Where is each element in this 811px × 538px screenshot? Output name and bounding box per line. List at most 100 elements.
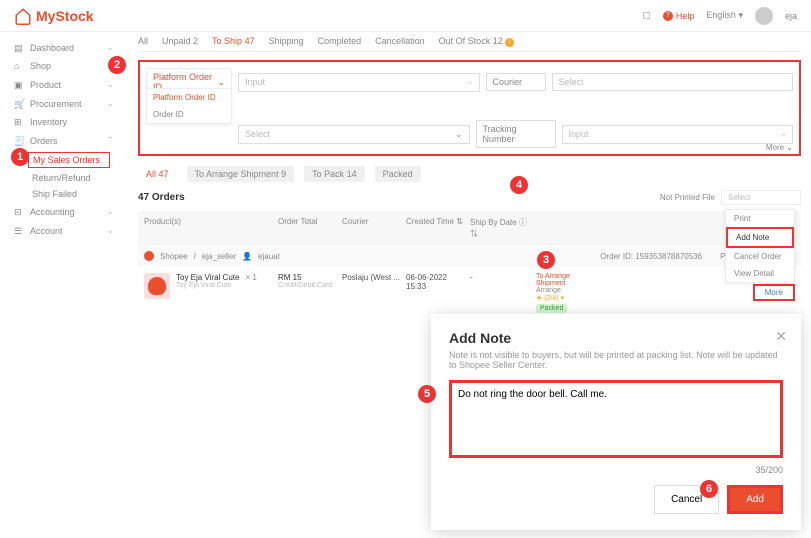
action-print[interactable]: Print <box>726 210 794 227</box>
tab-toship[interactable]: To Ship 47 <box>212 36 255 47</box>
warn-icon: ! <box>505 38 514 47</box>
payment-type: Credit/Debit Card <box>278 282 338 289</box>
add-button[interactable]: Add <box>727 485 783 514</box>
chevron-down-icon: ▾ <box>738 10 743 20</box>
col-shipby[interactable]: Ship By Date ⓘ ⇅ <box>470 217 532 239</box>
help-link[interactable]: ?Help <box>663 11 695 21</box>
sidebar-sub-shipfailed[interactable]: Ship Failed <box>0 186 128 202</box>
app-header: MyStock ▢ ?Help English ▾ eja <box>0 0 811 32</box>
tab-shipping[interactable]: Shipping <box>269 36 304 47</box>
modal-desc: Note is not visible to buyers, but will … <box>449 350 783 370</box>
filter-select2[interactable]: Select⌄ <box>238 125 470 144</box>
step-5-badge: 5 <box>418 385 436 403</box>
order-meta-row: Shopee / eja_seller 👤 ejauat Order ID: 1… <box>138 245 801 267</box>
sidebar-item-procurement[interactable]: 🛒Procurement⌄ <box>0 94 128 113</box>
house-icon <box>14 7 32 25</box>
order-tabs: All Unpaid 2 To Ship 47 Shipping Complet… <box>138 36 801 52</box>
product-qty: × 1 <box>245 273 256 299</box>
packed-badge: Packed <box>536 304 567 313</box>
tab-cancel[interactable]: Cancellation <box>375 36 425 47</box>
chevron-down-icon: ⌄ <box>106 79 114 90</box>
order-id: Order ID: 159353878870536 <box>600 252 702 261</box>
seller-name: eja_seller <box>202 252 236 261</box>
col-product: Product(s) <box>144 217 274 239</box>
sidebar-item-accounting[interactable]: ⊟Accounting⌄ <box>0 202 128 221</box>
subtab-all[interactable]: All 47 <box>138 166 177 182</box>
sidebar-item-product[interactable]: ▣Product⌄ <box>0 75 128 94</box>
sidebar-item-account[interactable]: ☰Account⌄ <box>0 221 128 240</box>
chevron-down-icon: ⌄ <box>106 42 114 53</box>
chevron-down-icon: ⌄ <box>106 98 114 109</box>
tab-completed[interactable]: Completed <box>318 36 362 47</box>
tab-all[interactable]: All <box>138 36 148 47</box>
dashboard-icon: ▤ <box>14 43 24 53</box>
filter-opt-order-id[interactable]: Order ID <box>147 106 231 123</box>
main-content: All Unpaid 2 To Ship 47 Shipping Complet… <box>128 32 811 319</box>
chevron-down-icon: ⌄ <box>455 129 463 140</box>
orders-icon: 🧾 <box>14 136 24 146</box>
note-textarea[interactable] <box>449 380 783 458</box>
logo-text: MyStock <box>36 8 94 24</box>
header-actions: ▢ ?Help English ▾ eja <box>642 7 797 25</box>
not-printed-select[interactable]: Select <box>721 190 801 205</box>
subtab-packed[interactable]: Packed <box>375 166 421 182</box>
accounting-icon: ⊟ <box>14 207 24 217</box>
sidebar-sub-my-sales[interactable]: My Sales Orders <box>28 152 110 168</box>
tracking-input[interactable]: Input⌕ <box>562 125 794 144</box>
sidebar: ▤Dashboard⌄ ⌂Shop ▣Product⌄ 🛒Procurement… <box>0 32 128 319</box>
row-action-menu: Print Add Note Cancel Order View Detail <box>725 209 795 283</box>
add-note-modal: ✕ Add Note Note is not visible to buyers… <box>431 314 801 530</box>
sidebar-item-inventory[interactable]: ⊞Inventory <box>0 113 128 131</box>
shop-icon: ⌂ <box>14 61 24 71</box>
rating: ★ (2/4) ▾ <box>536 294 598 302</box>
tab-oos[interactable]: Out Of Stock 12! <box>439 36 514 47</box>
order-courier: Poslaju (West ... <box>342 273 402 282</box>
product-icon: ▣ <box>14 80 24 90</box>
more-button[interactable]: More <box>753 284 795 301</box>
search-icon: ⌕ <box>467 77 472 88</box>
step-1-badge: 1 <box>11 148 29 166</box>
close-icon[interactable]: ✕ <box>775 328 787 345</box>
filter-more[interactable]: More ⌄ <box>766 143 793 152</box>
step-6-badge: 6 <box>700 480 718 498</box>
subtab-pack[interactable]: To Pack 14 <box>304 166 365 182</box>
chevron-up-icon: ⌃ <box>106 135 114 146</box>
chevron-down-icon: ⌄ <box>106 206 114 217</box>
action-view[interactable]: View Detail <box>726 265 794 282</box>
status-arrange: To Arrange Shipment <box>536 273 598 287</box>
col-total: Order Total <box>278 217 338 239</box>
order-created: 06-06-2022 15:33 <box>406 273 466 291</box>
notes-icon[interactable]: ▢ <box>642 10 651 21</box>
chevron-down-icon: ⌄ <box>217 77 225 88</box>
sidebar-sub-return[interactable]: Return/Refund <box>0 170 128 186</box>
user-name: eja <box>785 11 797 21</box>
subtab-arrange[interactable]: To Arrange Shipment 9 <box>187 166 295 182</box>
courier-select[interactable]: Select <box>552 73 794 91</box>
order-row: Toy Eja Viral Cute Toy Eja Viral Cute × … <box>138 267 801 319</box>
char-counter: 35/200 <box>449 465 783 475</box>
tab-unpaid[interactable]: Unpaid 2 <box>162 36 198 47</box>
orders-header: 47 Orders Not Printed File Select <box>138 190 801 205</box>
courier-label: Courier <box>486 73 546 91</box>
col-courier: Courier <box>342 217 402 239</box>
logo: MyStock <box>14 7 94 25</box>
filter-panel: Platform Order ID⌄ Input⌕ Courier Select… <box>138 60 801 156</box>
sidebar-item-dashboard[interactable]: ▤Dashboard⌄ <box>0 38 128 57</box>
status-arr2: Arrange <box>536 287 598 294</box>
col-created[interactable]: Created Time ⇅ <box>406 217 466 239</box>
action-add-note[interactable]: Add Note <box>726 227 794 248</box>
filter-opt-platform-id[interactable]: Platform Order ID <box>147 89 231 106</box>
action-cancel[interactable]: Cancel Order <box>726 248 794 265</box>
inventory-icon: ⊞ <box>14 117 24 127</box>
table-header: Product(s) Order Total Courier Created T… <box>138 211 801 245</box>
lang-select[interactable]: English ▾ <box>706 10 743 21</box>
filter-field-dropdown: Platform Order ID Order ID <box>146 88 232 124</box>
order-total: RM 15 <box>278 273 338 282</box>
product-variant: Toy Eja Viral Cute <box>176 282 239 289</box>
user-icon: 👤 <box>242 252 252 261</box>
avatar[interactable] <box>755 7 773 25</box>
filter-input[interactable]: Input⌕ <box>238 73 480 92</box>
search-icon: ⌕ <box>781 129 786 140</box>
tracking-label: Tracking Number <box>476 120 556 148</box>
shopee-icon <box>144 251 154 261</box>
